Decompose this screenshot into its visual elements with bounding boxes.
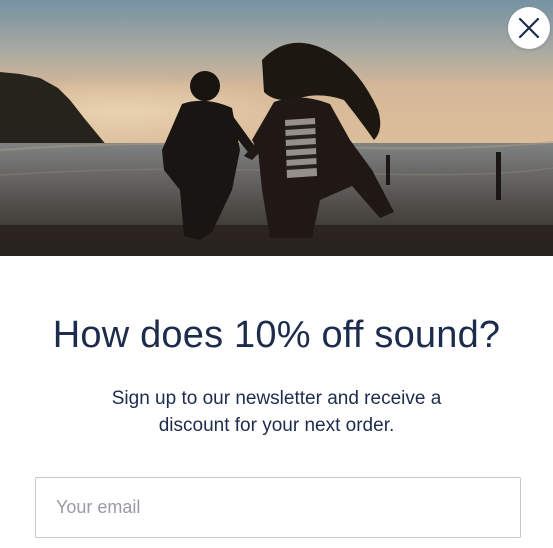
newsletter-popup: How does 10% off sound? Sign up to our n… xyxy=(0,0,553,548)
hero-image xyxy=(0,0,553,256)
email-field-container xyxy=(35,477,521,538)
close-button[interactable] xyxy=(508,7,550,49)
sunset-beach-photo xyxy=(0,0,553,256)
headline: How does 10% off sound? xyxy=(52,314,501,356)
email-input[interactable] xyxy=(36,478,520,537)
subtext: Sign up to our newsletter and receive a … xyxy=(111,388,442,436)
close-icon xyxy=(518,17,540,39)
popup-content: How does 10% off sound? Sign up to our n… xyxy=(0,256,553,548)
